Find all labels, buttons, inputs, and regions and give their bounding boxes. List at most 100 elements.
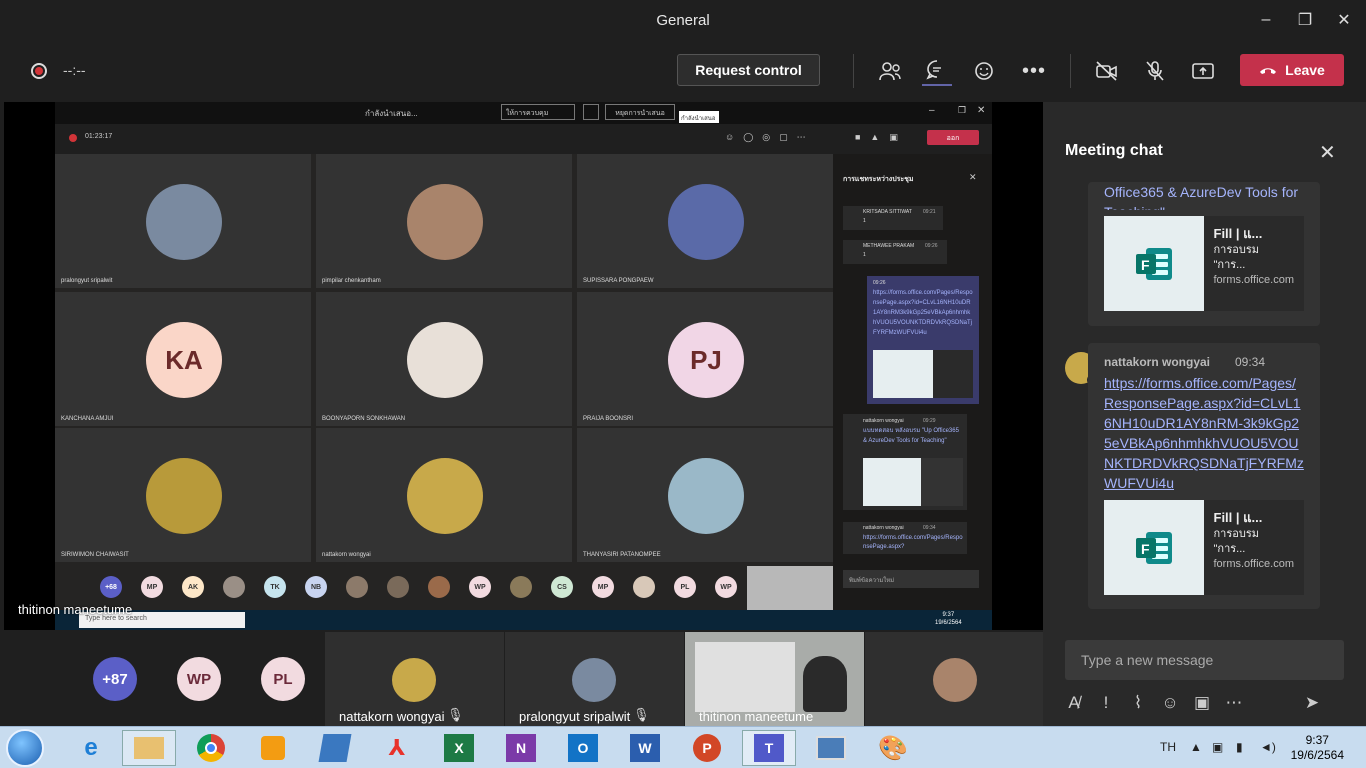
paint-icon[interactable]: 🎨 bbox=[866, 730, 920, 766]
chat-icon[interactable] bbox=[922, 56, 952, 86]
participant-tile: pimpilar chenkantham bbox=[316, 154, 572, 288]
system-clock[interactable]: 9:37 19/6/2564 bbox=[1291, 733, 1344, 763]
share-tray-icon[interactable] bbox=[1188, 56, 1218, 86]
video-grid: pralongyut sripalwit pimpilar chenkantha… bbox=[55, 154, 833, 564]
participant-avatar[interactable]: PL bbox=[261, 657, 305, 701]
participant-avatar: PJ bbox=[668, 322, 744, 398]
media-icon[interactable] bbox=[246, 730, 300, 766]
participant-video[interactable]: thitinon maneetume bbox=[685, 632, 864, 726]
more-participants-avatar[interactable]: +87 bbox=[93, 657, 137, 701]
leave-button[interactable]: Leave bbox=[1240, 54, 1344, 86]
show-hidden-icons-icon[interactable]: ▲ bbox=[1190, 740, 1202, 754]
language-indicator[interactable]: TH bbox=[1160, 740, 1176, 754]
link-preview-card[interactable]: F Fill | แ... การอบรม "การ... forms.offi… bbox=[1104, 216, 1304, 311]
word-icon[interactable]: W bbox=[618, 730, 672, 766]
shared-screen[interactable]: กำลังนำเสนอ... ให้การควบคุม หยุดการนำเสน… bbox=[4, 102, 1043, 630]
inner-chat-message: nattakorn wongyai 09:34 https://forms.of… bbox=[843, 522, 967, 554]
inner-clock: 9:37 19/6/2564 bbox=[935, 612, 962, 626]
give-control-select[interactable]: ให้การควบคุม bbox=[501, 104, 575, 120]
device-icon[interactable]: ▣ bbox=[1212, 740, 1223, 754]
more-icon[interactable]: ⋯ bbox=[1225, 693, 1243, 713]
toolbar-divider bbox=[853, 54, 854, 88]
participant-avatar bbox=[392, 658, 436, 702]
mini-avatar: TK bbox=[264, 576, 286, 598]
svg-text:F: F bbox=[1141, 257, 1150, 273]
toolbar-divider bbox=[1070, 54, 1071, 88]
window-title: General bbox=[656, 11, 710, 29]
mini-avatar: MP bbox=[592, 576, 614, 598]
card-title: Fill | แ... bbox=[1213, 510, 1263, 525]
mini-avatar: +68 bbox=[100, 576, 122, 598]
close-icon[interactable]: ✕ bbox=[1319, 140, 1336, 165]
request-control-button[interactable]: Request control bbox=[677, 54, 820, 86]
reactions-icon[interactable] bbox=[970, 56, 1000, 86]
participants-icon[interactable] bbox=[875, 56, 905, 86]
video-background bbox=[695, 642, 795, 712]
inner-leave-button: ออก bbox=[927, 130, 979, 145]
teams-icon[interactable]: T bbox=[742, 730, 796, 766]
ie-icon[interactable]: e bbox=[64, 730, 118, 766]
outlook-icon[interactable]: O bbox=[556, 730, 610, 766]
mic-off-icon[interactable] bbox=[1140, 56, 1170, 86]
phone-hangup-icon bbox=[1260, 68, 1277, 74]
forms-icon: F bbox=[1104, 216, 1204, 311]
windows-taskbar: e ⅄ X N O W P T 🎨 TH ▲ ▣ ▮ ◄) 9:37 19/6/… bbox=[0, 726, 1366, 768]
volume-icon[interactable]: ◄) bbox=[1260, 740, 1276, 754]
pin-icon[interactable] bbox=[583, 104, 599, 120]
chat-message: nattakorn wongyai 09:34 https://forms.of… bbox=[1088, 343, 1320, 609]
start-button[interactable] bbox=[6, 729, 44, 767]
chrome-icon[interactable] bbox=[184, 730, 238, 766]
mini-avatar: NB bbox=[305, 576, 327, 598]
inner-compose-box: พิมพ์ข้อความใหม่ bbox=[843, 570, 979, 588]
mini-avatar bbox=[510, 576, 532, 598]
pencil-icon[interactable] bbox=[308, 730, 362, 766]
participant-avatar[interactable]: WP bbox=[177, 657, 221, 701]
participant-name: THANYASIRI PATANOMPEE bbox=[583, 552, 661, 558]
minimize-button[interactable]: – bbox=[1246, 0, 1286, 40]
attach-icon[interactable]: ⌇ bbox=[1129, 693, 1147, 713]
title-bar: General – ❐ ✕ bbox=[0, 0, 1366, 40]
acrobat-icon[interactable]: ⅄ bbox=[370, 730, 424, 766]
participant-tile: KA KANCHANA AMJUI bbox=[55, 292, 311, 426]
excel-icon[interactable]: X bbox=[432, 730, 486, 766]
participant-avatar bbox=[668, 458, 744, 534]
participant-avatar bbox=[146, 184, 222, 260]
powerpoint-icon[interactable]: P bbox=[680, 730, 734, 766]
explorer-icon[interactable] bbox=[122, 730, 176, 766]
presenting-tooltip: กำลังนำเสนอ bbox=[679, 111, 719, 123]
important-icon[interactable]: ! bbox=[1097, 693, 1115, 713]
participant-avatar bbox=[407, 322, 483, 398]
participant-video[interactable]: nattakorn wongyai 🎙 bbox=[325, 632, 504, 726]
camera-off-icon[interactable] bbox=[1092, 56, 1122, 86]
close-window-button[interactable]: ✕ bbox=[1324, 0, 1364, 40]
participant-video[interactable] bbox=[865, 632, 1043, 726]
format-icon[interactable]: A̸ bbox=[1065, 693, 1083, 713]
message-link[interactable]: https://forms.office.com/Pages/ResponseP… bbox=[1104, 373, 1306, 493]
inner-maximize-icon: ❐ bbox=[958, 105, 967, 115]
link-preview-card[interactable]: F Fill | แ... การอบรม "การ... forms.offi… bbox=[1104, 500, 1304, 595]
remote-icon[interactable] bbox=[804, 730, 858, 766]
chat-title: Meeting chat bbox=[1065, 142, 1163, 159]
participant-avatar bbox=[146, 458, 222, 534]
participant-video[interactable]: pralongyut sripalwit 🎙 bbox=[505, 632, 684, 726]
stop-presenting-button[interactable]: หยุดการนำเสนอ bbox=[605, 104, 675, 120]
mini-avatar bbox=[223, 576, 245, 598]
sticker-icon[interactable]: ▣ bbox=[1193, 693, 1211, 713]
inner-toolbar-icons: ☺◯◎▢⋯ bbox=[725, 132, 815, 142]
more-options-icon[interactable]: ••• bbox=[1019, 56, 1049, 86]
maximize-button[interactable]: ❐ bbox=[1285, 0, 1325, 40]
inner-taskbar: Type here to search 9:37 19/6/2564 bbox=[55, 610, 992, 630]
card-line: การอบรม bbox=[1213, 528, 1260, 540]
mini-avatar: MP bbox=[141, 576, 163, 598]
emoji-icon[interactable]: ☺ bbox=[1161, 693, 1179, 713]
send-icon[interactable]: ➤ bbox=[1303, 693, 1321, 713]
participant-name: SIRIWIMON CHAIWASIT bbox=[61, 552, 129, 558]
mini-avatar: WP bbox=[715, 576, 737, 598]
participant-avatar bbox=[407, 184, 483, 260]
chat-message: Office365 & AzureDev Tools for Teaching"… bbox=[1088, 182, 1320, 326]
onenote-icon[interactable]: N bbox=[494, 730, 548, 766]
mini-avatar: PL bbox=[674, 576, 696, 598]
network-icon[interactable]: ▮ bbox=[1236, 740, 1243, 754]
participant-name: SUPISSARA PONGPAEW bbox=[583, 278, 654, 284]
message-input[interactable]: Type a new message bbox=[1065, 640, 1344, 680]
